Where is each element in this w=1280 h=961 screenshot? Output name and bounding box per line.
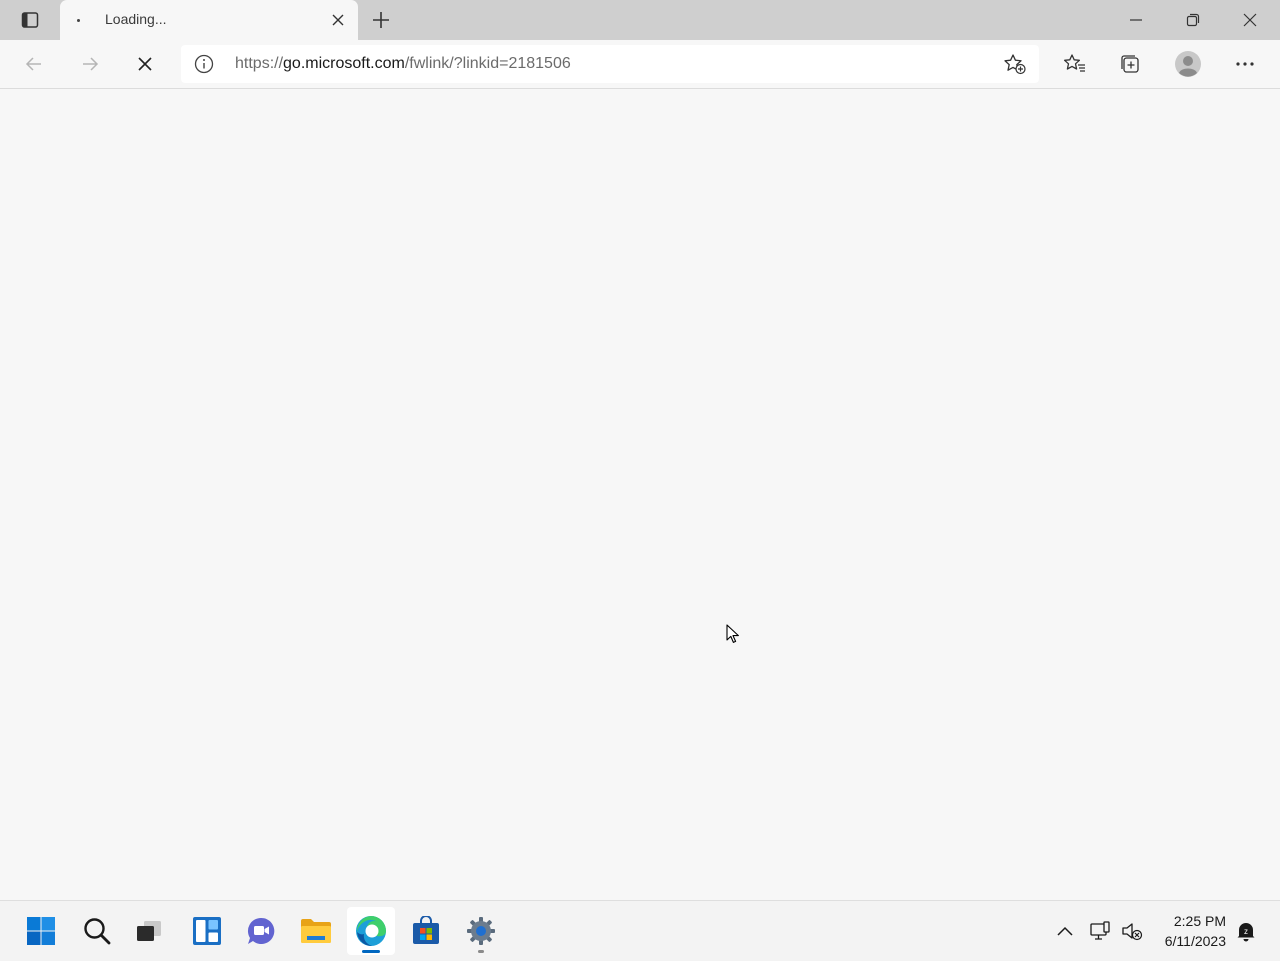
gear-icon	[467, 917, 495, 945]
minimize-icon	[1130, 19, 1142, 21]
close-icon	[332, 14, 344, 26]
back-button[interactable]	[16, 46, 52, 82]
folder-icon	[301, 919, 331, 943]
stop-button[interactable]	[127, 46, 163, 82]
url-host: go.microsoft.com	[283, 55, 405, 72]
network-icon	[1090, 921, 1110, 940]
browser-toolbar: https://go.microsoft.com/fwlink/?linkid=…	[0, 40, 1280, 89]
search-button[interactable]	[73, 907, 121, 955]
notification-icon: z	[1237, 923, 1255, 942]
tab-close-button[interactable]	[326, 8, 350, 32]
windows-start-icon	[27, 917, 55, 945]
clock[interactable]: 2:25 PM 6/11/2023	[1150, 911, 1226, 951]
site-info-button[interactable]	[193, 53, 215, 75]
mouse-cursor-icon	[726, 624, 739, 643]
back-icon	[25, 57, 41, 71]
edge-button[interactable]	[347, 907, 395, 955]
taskbar: 2:25 PM 6/11/2023 z	[0, 900, 1280, 961]
volume-muted-icon	[1122, 923, 1143, 941]
chevron-up-icon	[1057, 926, 1073, 936]
task-view-icon	[137, 921, 161, 941]
profile-button[interactable]	[1170, 46, 1206, 82]
add-favorite-button[interactable]	[1001, 52, 1029, 76]
svg-text:z: z	[1244, 927, 1248, 936]
chat-icon	[247, 917, 275, 944]
edge-icon	[356, 916, 386, 946]
tab-actions-icon	[21, 12, 39, 28]
tab-actions-button[interactable]	[10, 4, 50, 36]
collections-button[interactable]	[1112, 46, 1148, 82]
favorites-icon	[1063, 54, 1085, 72]
address-bar[interactable]: https://go.microsoft.com/fwlink/?linkid=…	[181, 45, 1039, 83]
store-icon	[413, 916, 439, 944]
settings-button[interactable]	[457, 907, 505, 955]
tab-strip: Loading...	[0, 0, 1280, 40]
running-indicator	[362, 950, 380, 953]
browser-window: Loading... https://go.microsoft.com/fwli…	[0, 0, 1280, 900]
network-button[interactable]	[1088, 919, 1112, 943]
close-icon	[1243, 13, 1257, 27]
notifications-button[interactable]: z	[1234, 919, 1258, 943]
tab-loading[interactable]: Loading...	[60, 0, 358, 40]
show-hidden-icons-button[interactable]	[1053, 919, 1077, 943]
url-text[interactable]: https://go.microsoft.com/fwlink/?linkid=…	[235, 55, 571, 73]
microsoft-store-button[interactable]	[402, 907, 450, 955]
tab-title: Loading...	[105, 11, 167, 27]
loading-dot-icon	[70, 12, 86, 28]
settings-and-more-button[interactable]	[1227, 46, 1263, 82]
collections-icon	[1121, 55, 1139, 73]
start-button[interactable]	[17, 907, 65, 955]
more-icon	[1236, 62, 1254, 66]
volume-button[interactable]	[1120, 919, 1144, 943]
file-explorer-button[interactable]	[292, 907, 340, 955]
forward-button[interactable]	[72, 46, 108, 82]
clock-date: 6/11/2023	[1164, 933, 1226, 949]
new-tab-button[interactable]	[361, 4, 401, 36]
widgets-icon	[193, 917, 221, 945]
chat-button[interactable]	[237, 907, 285, 955]
url-scheme: https://	[235, 55, 284, 72]
close-window-button[interactable]	[1222, 0, 1278, 40]
stop-icon	[138, 57, 152, 71]
profile-icon	[1175, 51, 1201, 77]
plus-icon	[373, 12, 389, 28]
restore-icon	[1186, 13, 1200, 27]
favorites-button[interactable]	[1057, 46, 1093, 82]
forward-icon	[83, 57, 99, 71]
search-icon	[84, 918, 111, 945]
restore-button[interactable]	[1165, 0, 1221, 40]
info-icon	[194, 54, 214, 74]
minimize-button[interactable]	[1108, 0, 1164, 40]
widgets-button[interactable]	[183, 907, 231, 955]
clock-time: 2:25 PM	[1173, 913, 1226, 929]
page-content[interactable]	[0, 89, 1280, 900]
add-favorite-icon	[1004, 54, 1026, 75]
running-indicator	[478, 950, 484, 953]
url-path: /fwlink/?linkid=2181506	[404, 55, 571, 72]
task-view-button[interactable]	[125, 907, 173, 955]
